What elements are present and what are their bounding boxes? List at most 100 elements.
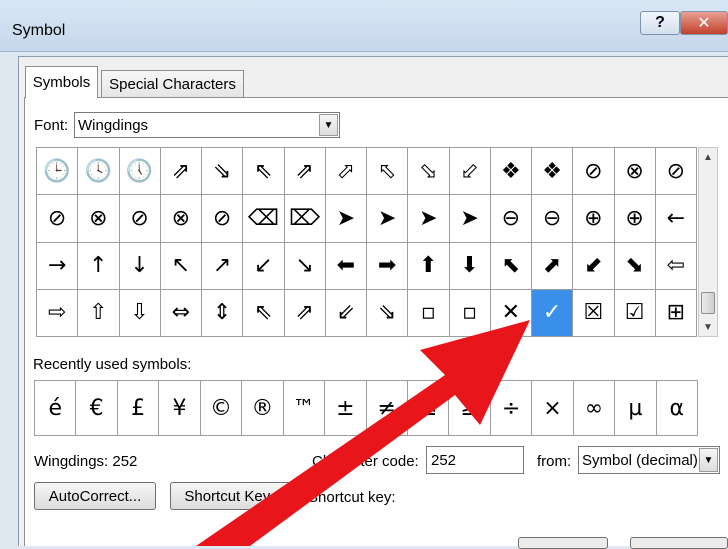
- recent-symbol-cell[interactable]: £: [117, 381, 160, 436]
- recent-symbol-cell[interactable]: ×: [532, 381, 574, 436]
- symbol-cell[interactable]: ⊗: [614, 148, 656, 196]
- recent-symbol-cell[interactable]: ÷: [490, 381, 533, 436]
- recent-symbol-cell[interactable]: ¥: [159, 381, 201, 436]
- symbol-cell[interactable]: ⊕: [573, 195, 615, 243]
- symbol-cell[interactable]: ➤: [325, 195, 367, 243]
- symbol-cell[interactable]: ➤: [408, 195, 450, 243]
- shortcut-key-button[interactable]: Shortcut Key...: [170, 482, 296, 510]
- symbol-cell[interactable]: 🕓: [78, 148, 120, 196]
- symbol-cell[interactable]: ⬊: [614, 242, 656, 290]
- font-select[interactable]: Wingdings ▼: [74, 112, 340, 138]
- symbol-cell[interactable]: ⬅: [325, 242, 367, 290]
- symbol-cell[interactable]: →: [37, 242, 79, 290]
- chevron-down-icon[interactable]: ▼: [319, 114, 338, 136]
- symbol-cell[interactable]: ▫: [449, 289, 491, 337]
- character-code-input[interactable]: 252: [426, 446, 524, 474]
- symbol-cell[interactable]: ⬁: [367, 148, 409, 196]
- symbol-cell[interactable]: ⬆: [408, 242, 450, 290]
- symbol-cell[interactable]: ⇗: [284, 289, 326, 337]
- symbol-cell[interactable]: ⬂: [408, 148, 450, 196]
- help-button[interactable]: ?: [640, 11, 680, 35]
- font-code-status: Wingdings: 252: [34, 453, 138, 470]
- symbol-cell[interactable]: ⬈: [532, 242, 574, 290]
- symbol-cell[interactable]: ☑: [614, 289, 656, 337]
- chevron-down-icon[interactable]: ▼: [699, 448, 718, 472]
- symbol-cell[interactable]: ↓: [119, 242, 161, 290]
- symbol-cell[interactable]: ⇙: [325, 289, 367, 337]
- symbol-cell[interactable]: ↖: [160, 242, 202, 290]
- recent-symbol-cell[interactable]: ≠: [366, 381, 408, 436]
- symbol-cell[interactable]: ⊘: [202, 195, 244, 243]
- scroll-down-icon[interactable]: ▼: [699, 318, 717, 336]
- symbol-cell[interactable]: ⬀: [325, 148, 367, 196]
- recent-symbol-cell[interactable]: ±: [325, 381, 367, 436]
- symbol-cell[interactable]: ⊘: [119, 195, 161, 243]
- from-select[interactable]: Symbol (decimal) ▼: [578, 446, 720, 474]
- insert-button[interactable]: [518, 537, 608, 549]
- symbol-cell[interactable]: ✕: [490, 289, 532, 337]
- symbol-cell[interactable]: ⬃: [449, 148, 491, 196]
- symbol-cell[interactable]: ⇖: [243, 289, 285, 337]
- recent-symbol-cell[interactable]: µ: [615, 381, 657, 436]
- symbol-grid-scrollbar[interactable]: ▲ ▼: [698, 147, 718, 337]
- symbol-cell[interactable]: ❖: [490, 148, 532, 196]
- recent-symbol-cell[interactable]: ®: [242, 381, 284, 436]
- tab-symbols[interactable]: Symbols: [25, 66, 98, 98]
- recent-symbol-cell[interactable]: ™: [283, 381, 326, 436]
- symbol-cell[interactable]: ⊘: [655, 148, 697, 196]
- symbol-cell[interactable]: ⊖: [490, 195, 532, 243]
- recent-symbol-cell[interactable]: é: [35, 381, 77, 436]
- symbol-cell[interactable]: ↑: [78, 242, 120, 290]
- symbol-cell[interactable]: ➡: [367, 242, 409, 290]
- symbol-cell[interactable]: ⬇: [449, 242, 491, 290]
- recent-symbol-cell[interactable]: α: [656, 381, 698, 436]
- symbol-cell[interactable]: ⊗: [78, 195, 120, 243]
- recent-symbol-cell[interactable]: ©: [200, 381, 243, 436]
- close-button[interactable]: ✕: [680, 11, 728, 35]
- symbol-cell[interactable]: ↗: [202, 242, 244, 290]
- symbol-cell[interactable]: ⬋: [573, 242, 615, 290]
- symbol-cell[interactable]: ⊞: [655, 289, 697, 337]
- symbol-cell[interactable]: ☒: [573, 289, 615, 337]
- symbol-cell[interactable]: ⌦: [284, 195, 326, 243]
- tab-special-characters[interactable]: Special Characters: [101, 70, 244, 98]
- cancel-button[interactable]: [630, 537, 728, 549]
- symbol-cell[interactable]: ⇧: [78, 289, 120, 337]
- symbol-cell[interactable]: ↘: [284, 242, 326, 290]
- scroll-thumb[interactable]: [701, 292, 715, 314]
- symbol-cell[interactable]: ⇕: [202, 289, 244, 337]
- symbol-cell[interactable]: ▫: [408, 289, 450, 337]
- autocorrect-button[interactable]: AutoCorrect...: [34, 482, 156, 510]
- symbol-cell-selected[interactable]: ✓: [532, 289, 574, 337]
- symbol-cell[interactable]: ⇗: [284, 148, 326, 196]
- symbol-cell[interactable]: ➤: [449, 195, 491, 243]
- recent-symbol-cell[interactable]: ≤: [407, 381, 450, 436]
- symbol-cell[interactable]: ⇖: [243, 148, 285, 196]
- recent-symbol-cell[interactable]: €: [76, 381, 118, 436]
- symbol-cell[interactable]: 🕒: [37, 148, 79, 196]
- symbol-cell[interactable]: ⊕: [614, 195, 656, 243]
- symbol-cell[interactable]: ⇘: [367, 289, 409, 337]
- symbol-cell[interactable]: ⊘: [37, 195, 79, 243]
- symbol-cell[interactable]: ⇔: [160, 289, 202, 337]
- symbol-cell[interactable]: ⌫: [243, 195, 285, 243]
- symbol-cell[interactable]: ⬉: [490, 242, 532, 290]
- symbol-cell[interactable]: ⇨: [37, 289, 79, 337]
- symbol-cell[interactable]: ⊗: [160, 195, 202, 243]
- symbol-cell[interactable]: ←: [655, 195, 697, 243]
- symbol-cell[interactable]: ⊖: [532, 195, 574, 243]
- from-label: from:: [537, 453, 572, 470]
- recent-symbol-cell[interactable]: ≥: [449, 381, 491, 436]
- symbol-cell[interactable]: ⇦: [655, 242, 697, 290]
- symbol-cell[interactable]: ➤: [367, 195, 409, 243]
- recent-symbol-cell[interactable]: ∞: [573, 381, 616, 436]
- symbol-cell[interactable]: ⇘: [202, 148, 244, 196]
- font-label: Font:: [34, 117, 69, 134]
- symbol-cell[interactable]: 🕔: [119, 148, 161, 196]
- symbol-cell[interactable]: ↙: [243, 242, 285, 290]
- symbol-cell[interactable]: ⇗: [160, 148, 202, 196]
- symbol-cell[interactable]: ❖: [532, 148, 574, 196]
- scroll-up-icon[interactable]: ▲: [699, 148, 717, 166]
- symbol-cell[interactable]: ⇩: [119, 289, 161, 337]
- symbol-cell[interactable]: ⊘: [573, 148, 615, 196]
